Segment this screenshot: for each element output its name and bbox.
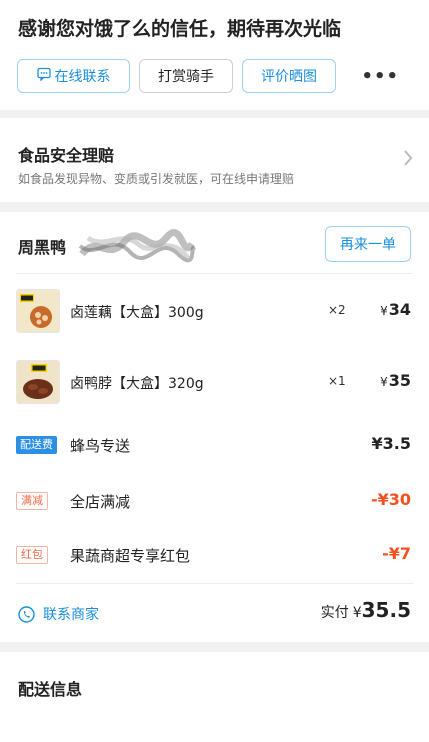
food-safety-title: 食品安全理赔 (18, 146, 115, 165)
product-image (16, 360, 60, 404)
fee-label: 蜂鸟专送 (70, 437, 131, 455)
food-safety-card[interactable]: 食品安全理赔 如食品发现异物、变质或引发就医，可在线申请理赔 (0, 118, 429, 202)
reorder-button[interactable]: 再来一单 (325, 226, 411, 262)
delivery-info-title: 配送信息 (18, 680, 83, 699)
total-paid: 实付 ¥35.5 (321, 598, 411, 622)
chat-icon (36, 67, 51, 85)
item-price: ¥35 (380, 371, 411, 390)
fee-row: 满减 全店满减 -¥30 (0, 488, 429, 516)
currency-symbol: ¥ (352, 605, 362, 621)
order-item: 卤莲藕【大盒】300g ×2 ¥34 (0, 288, 429, 334)
order-card: 周黑鸭 再来一单 卤莲藕【大盒】300g ×2 ¥34 卤鸭脖【大盒】320g … (0, 212, 429, 642)
fee-value: -¥7 (382, 544, 411, 563)
discount-tag: 满减 (16, 492, 48, 510)
fee-row: 配送费 蜂鸟专送 ¥3.5 (0, 432, 429, 460)
redacted-scribble (78, 228, 196, 263)
currency-symbol: ¥ (380, 375, 388, 389)
item-price: ¥34 (380, 300, 411, 319)
fee-label: 全店满减 (70, 493, 131, 511)
contact-merchant-label: 联系商家 (43, 607, 99, 623)
phone-icon (18, 605, 35, 623)
contact-merchant-button[interactable]: 联系商家 (18, 604, 99, 624)
divider (16, 273, 413, 274)
fee-value: -¥30 (370, 490, 411, 509)
product-image (16, 289, 60, 333)
thanks-card: 感谢您对饿了么的信任，期待再次光临 在线联系 打赏骑手 评价晒图 ••• (0, 0, 429, 110)
tip-rider-button[interactable]: 打赏骑手 (139, 59, 233, 93)
red-packet-tag: 红包 (16, 546, 48, 564)
shop-name[interactable]: 周黑鸭 (18, 234, 66, 258)
thanks-title: 感谢您对饿了么的信任，期待再次光临 (18, 18, 342, 40)
item-name: 卤莲藕【大盒】300g (70, 305, 204, 321)
total-label: 实付 (320, 605, 349, 621)
chevron-right-icon (403, 148, 413, 172)
order-item: 卤鸭脖【大盒】320g ×1 ¥35 (0, 359, 429, 405)
delivery-fee-tag: 配送费 (16, 436, 57, 454)
item-price-value: 35 (388, 371, 411, 390)
total-value: 35.5 (361, 598, 411, 622)
divider (16, 583, 413, 584)
review-photo-button[interactable]: 评价晒图 (242, 59, 336, 93)
item-quantity: ×2 (328, 303, 346, 317)
online-contact-button[interactable]: 在线联系 (17, 59, 130, 93)
currency-symbol: ¥ (380, 304, 388, 318)
online-contact-label: 在线联系 (54, 69, 111, 85)
item-price-value: 34 (388, 300, 411, 319)
item-quantity: ×1 (328, 374, 346, 388)
food-safety-desc: 如食品发现异物、变质或引发就医，可在线申请理赔 (18, 172, 295, 186)
fee-row: 红包 果蔬商超专享红包 -¥7 (0, 542, 429, 570)
fee-label: 果蔬商超专享红包 (70, 547, 191, 565)
item-name: 卤鸭脖【大盒】320g (70, 376, 204, 392)
fee-value: ¥3.5 (371, 434, 411, 453)
delivery-info-card: 配送信息 (0, 652, 429, 742)
more-icon[interactable]: ••• (361, 66, 399, 87)
